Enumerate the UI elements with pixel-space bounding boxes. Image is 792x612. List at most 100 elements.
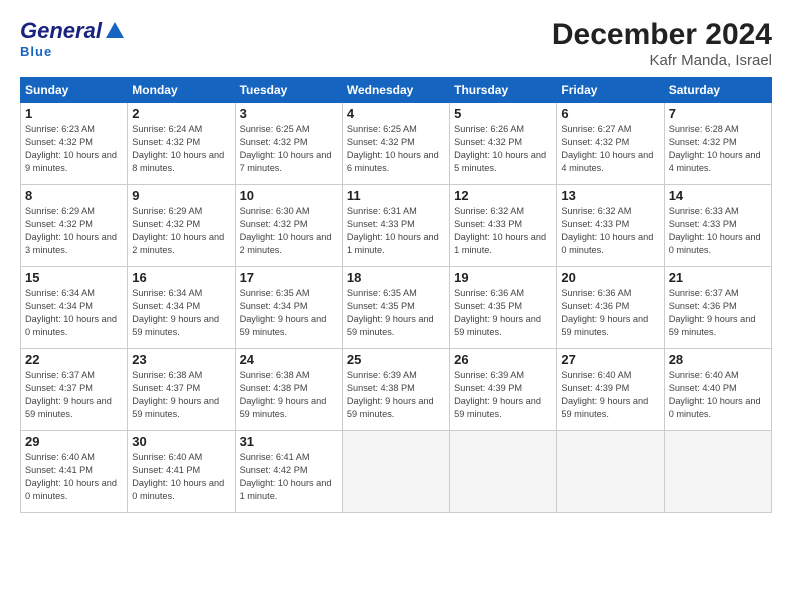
calendar-cell: 29 Sunrise: 6:40 AMSunset: 4:41 PMDayligh… [21,431,128,513]
day-number: 13 [561,188,659,203]
day-number: 25 [347,352,445,367]
weekday-header-tuesday: Tuesday [235,78,342,103]
day-info: Sunrise: 6:29 AMSunset: 4:32 PMDaylight:… [132,205,230,257]
calendar-cell: 25 Sunrise: 6:39 AMSunset: 4:38 PMDayligh… [342,349,449,431]
calendar-cell: 28Sunrise: 6:40 AMSunset: 4:40 PMDayligh… [664,349,771,431]
day-info: Sunrise: 6:31 AMSunset: 4:33 PMDaylight:… [347,205,445,257]
calendar-cell: 5 Sunrise: 6:26 AMSunset: 4:32 PMDaylight… [450,103,557,185]
calendar-header-row: SundayMondayTuesdayWednesdayThursdayFrid… [21,78,772,103]
day-info: Sunrise: 6:41 AMSunset: 4:42 PMDaylight:… [240,451,338,503]
calendar-cell: 27 Sunrise: 6:40 AMSunset: 4:39 PMDayligh… [557,349,664,431]
calendar-cell: 30Sunrise: 6:40 AMSunset: 4:41 PMDayligh… [128,431,235,513]
day-number: 16 [132,270,230,285]
day-number: 30 [132,434,230,449]
day-info: Sunrise: 6:40 AMSunset: 4:40 PMDaylight:… [669,369,767,421]
day-info: Sunrise: 6:32 AMSunset: 4:33 PMDaylight:… [454,205,552,257]
title-block: December 2024 Kafr Manda, Israel [552,18,772,69]
day-info: Sunrise: 6:33 AMSunset: 4:33 PMDaylight:… [669,205,767,257]
calendar-cell: 3 Sunrise: 6:25 AMSunset: 4:32 PMDaylight… [235,103,342,185]
day-info: Sunrise: 6:25 AMSunset: 4:32 PMDaylight:… [347,123,445,175]
day-number: 23 [132,352,230,367]
day-info: Sunrise: 6:32 AMSunset: 4:33 PMDaylight:… [561,205,659,257]
day-info: Sunrise: 6:37 AMSunset: 4:36 PMDaylight:… [669,287,767,339]
month-title: December 2024 [552,18,772,52]
day-number: 11 [347,188,445,203]
day-number: 6 [561,106,659,121]
calendar-cell: 18 Sunrise: 6:35 AMSunset: 4:35 PMDayligh… [342,267,449,349]
calendar-cell: 21 Sunrise: 6:37 AMSunset: 4:36 PMDayligh… [664,267,771,349]
day-info: Sunrise: 6:38 AMSunset: 4:38 PMDaylight:… [240,369,338,421]
calendar-cell: 26 Sunrise: 6:39 AMSunset: 4:39 PMDayligh… [450,349,557,431]
calendar-table: SundayMondayTuesdayWednesdayThursdayFrid… [20,77,772,513]
day-info: Sunrise: 6:38 AMSunset: 4:37 PMDaylight:… [132,369,230,421]
weekday-header-saturday: Saturday [664,78,771,103]
day-number: 26 [454,352,552,367]
day-number: 15 [25,270,123,285]
day-number: 9 [132,188,230,203]
day-info: Sunrise: 6:37 AMSunset: 4:37 PMDaylight:… [25,369,123,421]
weekday-header-monday: Monday [128,78,235,103]
calendar-week-2: 8 Sunrise: 6:29 AMSunset: 4:32 PMDaylight… [21,185,772,267]
page: General Blue December 2024 Kafr Manda, I… [0,0,792,612]
calendar-cell: 22 Sunrise: 6:37 AMSunset: 4:37 PMDayligh… [21,349,128,431]
day-number: 19 [454,270,552,285]
day-info: Sunrise: 6:40 AMSunset: 4:39 PMDaylight:… [561,369,659,421]
weekday-header-friday: Friday [557,78,664,103]
day-number: 5 [454,106,552,121]
day-info: Sunrise: 6:26 AMSunset: 4:32 PMDaylight:… [454,123,552,175]
day-info: Sunrise: 6:29 AMSunset: 4:32 PMDaylight:… [25,205,123,257]
day-number: 14 [669,188,767,203]
calendar-cell [450,431,557,513]
weekday-header-thursday: Thursday [450,78,557,103]
calendar-cell: 17 Sunrise: 6:35 AMSunset: 4:34 PMDayligh… [235,267,342,349]
day-info: Sunrise: 6:35 AMSunset: 4:34 PMDaylight:… [240,287,338,339]
day-number: 27 [561,352,659,367]
day-number: 29 [25,434,123,449]
calendar-cell: 2 Sunrise: 6:24 AMSunset: 4:32 PMDaylight… [128,103,235,185]
calendar-cell: 6 Sunrise: 6:27 AMSunset: 4:32 PMDaylight… [557,103,664,185]
calendar-cell: 24Sunrise: 6:38 AMSunset: 4:38 PMDayligh… [235,349,342,431]
day-number: 8 [25,188,123,203]
calendar-cell: 7Sunrise: 6:28 AMSunset: 4:32 PMDaylight… [664,103,771,185]
calendar-cell: 9 Sunrise: 6:29 AMSunset: 4:32 PMDaylight… [128,185,235,267]
day-number: 3 [240,106,338,121]
day-number: 2 [132,106,230,121]
day-info: Sunrise: 6:28 AMSunset: 4:32 PMDaylight:… [669,123,767,175]
calendar-week-1: 1Sunrise: 6:23 AMSunset: 4:32 PMDaylight… [21,103,772,185]
day-number: 18 [347,270,445,285]
weekday-header-sunday: Sunday [21,78,128,103]
calendar-cell: 13 Sunrise: 6:32 AMSunset: 4:33 PMDayligh… [557,185,664,267]
day-number: 21 [669,270,767,285]
logo-blue-text: Blue [20,44,52,59]
calendar-cell: 11 Sunrise: 6:31 AMSunset: 4:33 PMDayligh… [342,185,449,267]
day-number: 17 [240,270,338,285]
day-info: Sunrise: 6:27 AMSunset: 4:32 PMDaylight:… [561,123,659,175]
day-info: Sunrise: 6:35 AMSunset: 4:35 PMDaylight:… [347,287,445,339]
calendar-cell: 1Sunrise: 6:23 AMSunset: 4:32 PMDaylight… [21,103,128,185]
calendar-cell: 4Sunrise: 6:25 AMSunset: 4:32 PMDaylight… [342,103,449,185]
day-info: Sunrise: 6:39 AMSunset: 4:39 PMDaylight:… [454,369,552,421]
calendar-body: 1Sunrise: 6:23 AMSunset: 4:32 PMDaylight… [21,103,772,513]
day-number: 22 [25,352,123,367]
calendar-week-5: 29 Sunrise: 6:40 AMSunset: 4:41 PMDayligh… [21,431,772,513]
logo: General Blue [20,18,126,59]
calendar-cell [557,431,664,513]
calendar-cell: 15Sunrise: 6:34 AMSunset: 4:34 PMDayligh… [21,267,128,349]
calendar-cell: 20 Sunrise: 6:36 AMSunset: 4:36 PMDayligh… [557,267,664,349]
calendar-cell: 19Sunrise: 6:36 AMSunset: 4:35 PMDayligh… [450,267,557,349]
location: Kafr Manda, Israel [552,52,772,69]
calendar-cell: 12Sunrise: 6:32 AMSunset: 4:33 PMDayligh… [450,185,557,267]
day-number: 20 [561,270,659,285]
header: General Blue December 2024 Kafr Manda, I… [20,18,772,69]
calendar-cell: 10Sunrise: 6:30 AMSunset: 4:32 PMDayligh… [235,185,342,267]
day-info: Sunrise: 6:25 AMSunset: 4:32 PMDaylight:… [240,123,338,175]
weekday-header-wednesday: Wednesday [342,78,449,103]
day-info: Sunrise: 6:34 AMSunset: 4:34 PMDaylight:… [132,287,230,339]
day-info: Sunrise: 6:36 AMSunset: 4:36 PMDaylight:… [561,287,659,339]
calendar-week-4: 22 Sunrise: 6:37 AMSunset: 4:37 PMDayligh… [21,349,772,431]
calendar-cell: 14 Sunrise: 6:33 AMSunset: 4:33 PMDayligh… [664,185,771,267]
day-info: Sunrise: 6:24 AMSunset: 4:32 PMDaylight:… [132,123,230,175]
day-info: Sunrise: 6:23 AMSunset: 4:32 PMDaylight:… [25,123,123,175]
day-info: Sunrise: 6:40 AMSunset: 4:41 PMDaylight:… [25,451,123,503]
day-info: Sunrise: 6:39 AMSunset: 4:38 PMDaylight:… [347,369,445,421]
